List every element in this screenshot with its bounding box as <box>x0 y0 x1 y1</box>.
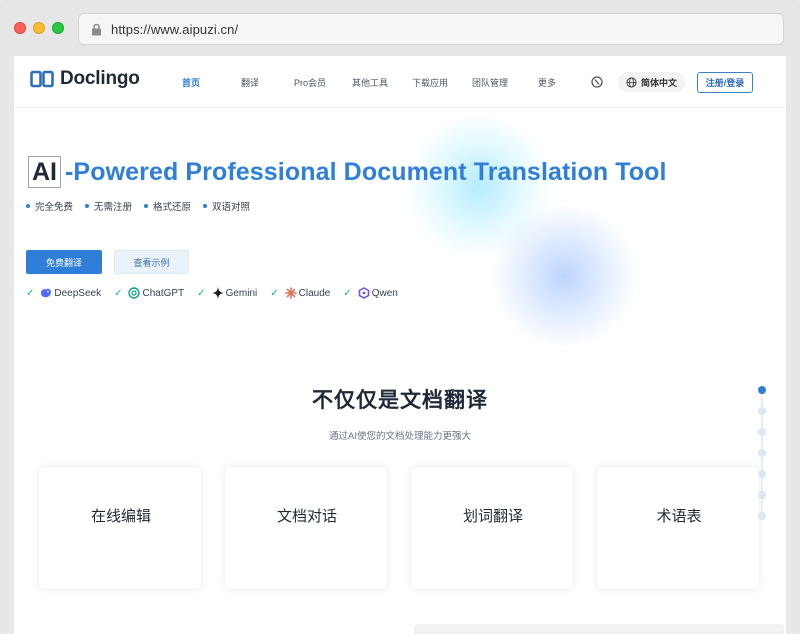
model-item-chatgpt: ✓ ChatGPT <box>114 287 185 299</box>
close-window-button[interactable] <box>14 22 26 34</box>
ai-badge: AI <box>28 156 61 188</box>
section-subtitle: 通过AI使您的文档处理能力更强大 <box>329 431 471 442</box>
chatgpt-icon <box>128 287 141 299</box>
login-button[interactable]: 注册/登录 <box>697 72 753 93</box>
nav-item-other-tools[interactable]: 其他工具 <box>352 76 388 89</box>
card-label: 在线编辑 <box>90 508 151 525</box>
web-page: Doclingo 首页 翻译 Pro会员 其他工具 下载应用 团队管理 更多 简… <box>14 56 786 634</box>
browser-window: https://www.aipuzi.cn/ Doclingo 首页 翻译 Pr… <box>0 0 800 634</box>
model-item-deepseek: ✓ DeepSeek <box>26 287 102 299</box>
model-item-gemini: ✓ Gemini <box>197 287 258 299</box>
hero-title: AI -Powered Professional Document Transl… <box>28 156 667 188</box>
url-text: https://www.aipuzi.cn/ <box>111 21 239 37</box>
globe-icon <box>626 76 637 88</box>
language-selector[interactable]: 简体中文 <box>618 72 686 92</box>
feature-item: 格式还原 <box>144 199 191 213</box>
site-logo[interactable]: Doclingo <box>30 68 140 90</box>
nav-item-download[interactable]: 下载应用 <box>412 76 448 89</box>
decorative-glow <box>489 206 639 346</box>
language-label: 简体中文 <box>641 77 678 88</box>
hero-title-text: -Powered Professional Document Translati… <box>65 157 667 186</box>
check-icon: ✓ <box>26 287 35 299</box>
sync-icon[interactable] <box>590 75 604 89</box>
doclingo-logo-icon <box>30 70 54 88</box>
gemini-icon <box>211 287 224 299</box>
pager-dot[interactable] <box>758 470 766 478</box>
maximize-window-button[interactable] <box>52 22 64 34</box>
logo-text: Doclingo <box>60 68 140 89</box>
feature-item: 双语对照 <box>203 199 250 213</box>
nav-item-team[interactable]: 团队管理 <box>472 76 508 89</box>
nav-item-translate[interactable]: 翻译 <box>241 76 259 89</box>
feature-item: 完全免费 <box>26 199 73 213</box>
nav-item-home[interactable]: 首页 <box>182 76 200 89</box>
pager-dot[interactable] <box>758 512 766 520</box>
nav-item-more[interactable]: 更多 <box>538 76 556 89</box>
check-icon: ✓ <box>343 287 352 299</box>
address-bar[interactable]: https://www.aipuzi.cn/ <box>78 13 784 45</box>
nav-item-pro[interactable]: Pro会员 <box>294 76 326 89</box>
section-title: 不仅仅是文档翻译 <box>312 389 488 412</box>
view-example-button[interactable]: 查看示例 <box>114 250 189 274</box>
card-glossary[interactable]: 术语表 <box>596 466 760 590</box>
pager-dot[interactable] <box>758 386 766 394</box>
pager-dot[interactable] <box>758 428 766 436</box>
qwen-icon <box>358 287 369 299</box>
card-label: 文档对话 <box>276 508 337 525</box>
model-item-claude: ✓ Claude <box>270 287 331 299</box>
card-online-edit[interactable]: 在线编辑 <box>38 466 202 590</box>
free-translate-button[interactable]: 免费翻译 <box>26 250 102 274</box>
model-item-qwen: ✓ Qwen <box>343 287 398 299</box>
pager-dot[interactable] <box>758 449 766 457</box>
deepseek-icon <box>41 288 52 298</box>
check-icon: ✓ <box>197 287 206 299</box>
bottom-panel <box>414 624 784 634</box>
browser-titlebar: https://www.aipuzi.cn/ <box>0 0 800 56</box>
lock-icon <box>89 22 103 36</box>
pager-dot[interactable] <box>758 407 766 415</box>
minimize-window-button[interactable] <box>33 22 45 34</box>
pager-dot[interactable] <box>758 491 766 499</box>
feature-item: 无需注册 <box>85 199 132 213</box>
top-navigation: Doclingo 首页 翻译 Pro会员 其他工具 下载应用 团队管理 更多 简… <box>14 56 786 108</box>
model-list: ✓ DeepSeek ✓ ChatGPT ✓ Gemini ✓ Claude ✓ <box>26 287 411 299</box>
card-label: 术语表 <box>656 508 702 525</box>
card-label: 划词翻译 <box>462 508 523 525</box>
card-doc-chat[interactable]: 文档对话 <box>224 466 388 590</box>
check-icon: ✓ <box>270 287 279 299</box>
check-icon: ✓ <box>114 287 123 299</box>
claude-icon <box>284 287 297 299</box>
card-select-translate[interactable]: 划词翻译 <box>410 466 574 590</box>
feature-list: 完全免费 无需注册 格式还原 双语对照 <box>26 199 262 213</box>
